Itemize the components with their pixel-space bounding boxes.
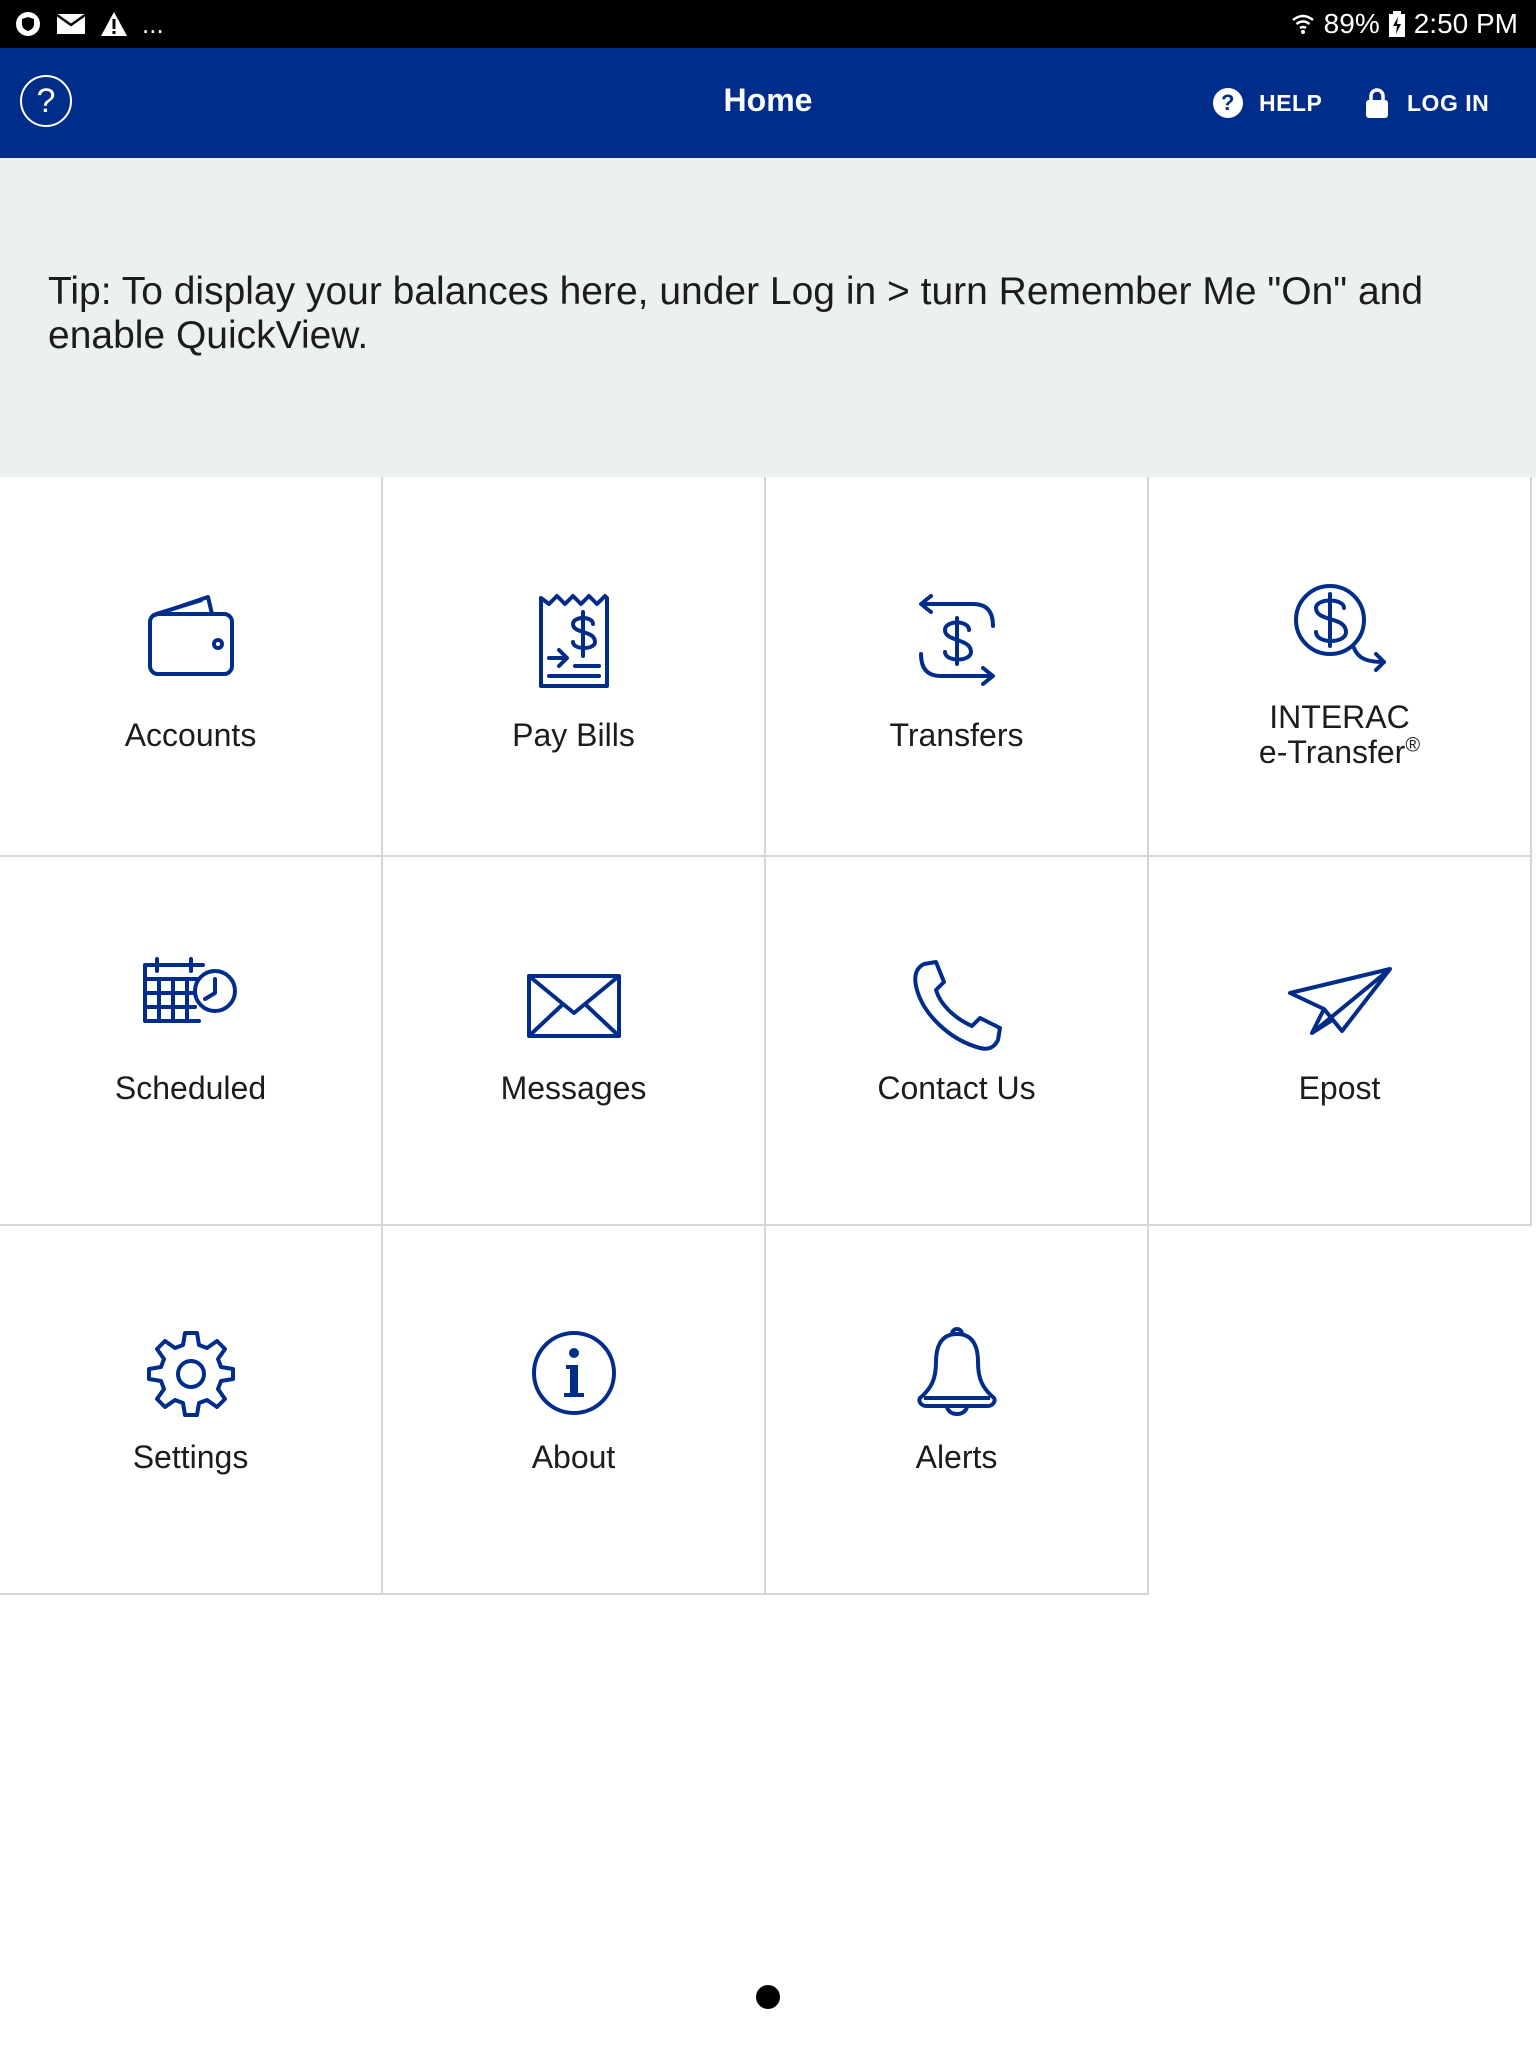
tile-epost[interactable]: Epost <box>1149 857 1532 1226</box>
status-system: 89% 2:50 PM <box>1290 0 1518 48</box>
phone-icon <box>912 960 1002 1051</box>
transfer-arrows-icon <box>918 594 995 686</box>
battery-charging-icon <box>1388 11 1405 37</box>
tile-interac-etransfer[interactable]: INTERAC e-Transfer® <box>1149 477 1532 857</box>
tile-label: Contact Us <box>877 1070 1036 1106</box>
tile-label: About <box>531 1439 616 1475</box>
warning-icon <box>101 12 127 36</box>
tile-label: Accounts <box>124 717 257 753</box>
tile-label: Messages <box>500 1070 647 1106</box>
lock-icon <box>1366 88 1388 118</box>
help-icon: ? <box>1213 88 1243 118</box>
tile-contact-us[interactable]: Contact Us <box>766 857 1149 1226</box>
tile-label: Pay Bills <box>512 717 635 753</box>
calendar-clock-icon <box>142 957 237 1023</box>
tile-messages[interactable]: Messages <box>383 857 766 1226</box>
wallet-icon <box>147 595 234 676</box>
tip-banner: Tip: To display your balances here, unde… <box>0 158 1536 477</box>
tile-label: Transfers <box>889 717 1024 753</box>
tile-accounts[interactable]: Accounts <box>0 477 383 857</box>
info-icon <box>531 1331 616 1415</box>
tile-label: Epost <box>1298 1070 1381 1106</box>
tile-alerts[interactable]: Alerts <box>766 1226 1149 1595</box>
tip-text: Tip: To display your balances here, unde… <box>48 270 1424 357</box>
tile-label: Scheduled <box>114 1070 267 1106</box>
dollar-arrow-icon <box>1293 584 1386 672</box>
paper-plane-icon <box>1287 967 1392 1035</box>
bell-icon <box>917 1327 996 1416</box>
help-button[interactable]: ? HELP <box>1213 48 1322 158</box>
mail-icon <box>56 13 86 34</box>
clock: 2:50 PM <box>1413 8 1518 39</box>
vpn-shield-icon <box>16 12 40 36</box>
tile-pay-bills[interactable]: Pay Bills <box>383 477 766 857</box>
login-button[interactable]: LOG IN <box>1363 48 1489 158</box>
help-label: HELP <box>1259 89 1323 116</box>
login-label: LOG IN <box>1407 89 1490 116</box>
battery-percent: 89% <box>1323 8 1380 39</box>
tile-label-line2: e-Transfer <box>1258 734 1406 770</box>
envelope-icon <box>526 974 621 1038</box>
tile-transfers[interactable]: Transfers <box>766 477 1149 857</box>
tile-label-line1: INTERAC <box>1269 699 1410 735</box>
registered-mark: ® <box>1405 734 1421 757</box>
tile-label: Settings <box>132 1439 249 1475</box>
page-indicator-dot <box>756 1985 780 2009</box>
status-notifications: ... <box>14 0 164 48</box>
tile-scheduled[interactable]: Scheduled <box>0 857 383 1226</box>
tile-about[interactable]: About <box>383 1226 766 1595</box>
wifi-icon <box>1291 14 1314 34</box>
app-header: ? Home ? HELP LOG IN <box>0 48 1536 158</box>
question-circle-icon[interactable]: ? <box>20 75 72 127</box>
tile-label: Alerts <box>915 1439 998 1475</box>
status-bar: ... 89% 2:50 PM <box>0 0 1536 48</box>
more-notifications: ... <box>142 9 164 39</box>
bill-receipt-icon <box>538 594 609 688</box>
tile-label-interac: INTERAC e-Transfer® <box>1149 700 1530 770</box>
tile-settings[interactable]: Settings <box>0 1226 383 1595</box>
gear-icon <box>146 1331 235 1417</box>
